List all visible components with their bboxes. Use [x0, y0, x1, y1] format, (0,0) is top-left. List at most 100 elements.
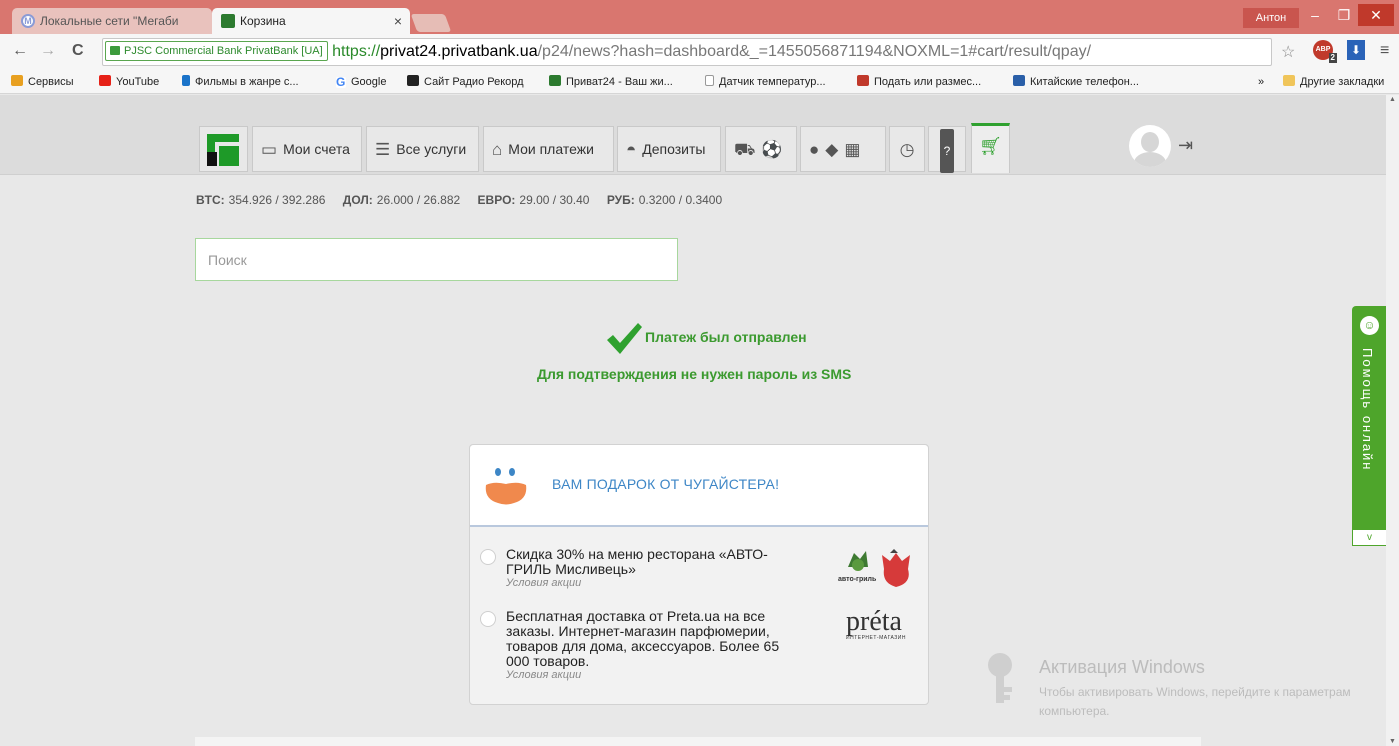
new-tab-button[interactable]	[410, 14, 452, 32]
download-extension-icon[interactable]: ⬇	[1347, 40, 1365, 60]
avatar[interactable]	[1129, 125, 1171, 167]
nav-cart[interactable]: 🛒︎	[971, 123, 1010, 173]
minimize-icon[interactable]: –	[1300, 4, 1330, 26]
close-window-icon[interactable]: ✕	[1358, 4, 1394, 26]
nav-mobile-apps[interactable]: ● ◆ ▦	[800, 126, 886, 172]
adblock-icon[interactable]: ABP 2	[1313, 40, 1337, 63]
help-online-label: Помощь онлайн	[1360, 348, 1375, 472]
profile-button[interactable]: Антон	[1243, 8, 1299, 28]
bookmark-privat24[interactable]: Приват24 - Ваш жи...	[549, 74, 673, 90]
tab-title: Локальные сети "Мегаби	[40, 14, 179, 28]
back-icon[interactable]: ←	[12, 42, 28, 60]
nav-deposits[interactable]: ◓ Депозиты	[617, 126, 721, 172]
bookmark-youtube[interactable]: YouTube	[99, 74, 159, 90]
tab-strip: M Локальные сети "Мегаби Корзина × Антон…	[0, 0, 1399, 34]
ball-icon: ⚽	[761, 140, 783, 159]
bookmark-chinese-phones[interactable]: Китайские телефон...	[1013, 74, 1139, 90]
success-subtitle: Для подтверждения не нужен пароль из SMS	[537, 366, 852, 382]
gift-title: ВАМ ПОДАРОК ОТ ЧУГАЙСТЕРА!	[552, 476, 780, 492]
train-icon: ⛟	[734, 140, 756, 159]
offer-radio[interactable]	[480, 549, 496, 565]
maximize-icon[interactable]: ❐	[1329, 4, 1359, 26]
checkmark-icon	[607, 323, 642, 354]
house-icon: ⌂	[492, 140, 503, 159]
rate-rub: РУБ: 0.3200 / 0.3400	[606, 193, 723, 207]
nav-my-accounts[interactable]: ▭ Мои счета	[252, 126, 362, 172]
nav-history[interactable]: ◷	[889, 126, 925, 172]
google-icon: G	[336, 75, 346, 89]
phone-icon	[1013, 75, 1025, 86]
cart-icon: 🛒︎	[979, 136, 1002, 156]
page-scrollbar[interactable]: ▲ ▼	[1386, 95, 1399, 746]
offer-autogrill[interactable]: Скидка 30% на меню ресторана «АВТО-ГРИЛЬ…	[480, 547, 920, 597]
olx-icon	[857, 75, 869, 86]
offer-text: Скидка 30% на меню ресторана «АВТО-ГРИЛЬ…	[506, 546, 768, 577]
tab-cart[interactable]: Корзина ×	[212, 8, 410, 34]
folder-icon	[1283, 75, 1295, 86]
record-icon	[407, 75, 419, 86]
card-icon: ▭	[261, 140, 278, 159]
privat-icon	[549, 75, 561, 86]
url-host: privat24.privatbank.ua	[380, 43, 538, 60]
privat-logo-icon	[207, 134, 239, 166]
ev-certificate-badge[interactable]: PJSC Commercial Bank PrivatBank [UA]	[105, 41, 328, 61]
privat-favicon-icon	[221, 14, 235, 28]
url-path: /p24/news?hash=dashboard&_=1455056871194…	[537, 43, 1092, 60]
piggy-bank-icon: ◓	[626, 140, 637, 159]
offer-conditions-link[interactable]: Условия акции	[506, 577, 806, 590]
nav-help[interactable]: ?	[928, 126, 966, 173]
forward-icon[interactable]: →	[40, 42, 56, 60]
lock-icon	[110, 46, 120, 55]
menu-icon[interactable]: ≡	[1380, 42, 1389, 60]
other-bookmarks[interactable]: Другие закладки	[1283, 74, 1384, 90]
search-input[interactable]	[195, 238, 678, 281]
tab-megabit[interactable]: M Локальные сети "Мегаби	[12, 8, 212, 34]
exchange-rates: BTC: 354.926 / 392.286 ДОЛ: 26.000 / 26.88…	[196, 193, 736, 207]
rate-btc: BTC: 354.926 / 392.286	[196, 193, 326, 207]
android-icon: ◆	[825, 140, 839, 159]
scroll-down-icon[interactable]: ▼	[1389, 738, 1396, 745]
offer-conditions-link[interactable]: Условия акции	[506, 669, 806, 682]
page: ▭ Мои счета ☰ Все услуги ⌂ Мои платежи ◓ Деп…	[0, 95, 1399, 746]
privat24-logo[interactable]	[199, 126, 248, 172]
bookmark-radio-record[interactable]: Сайт Радио Рекорд	[407, 74, 524, 90]
bookmark-services[interactable]: Сервисы	[11, 74, 74, 90]
bookmark-google[interactable]: G Google	[336, 74, 386, 90]
question-icon: ?	[939, 129, 955, 173]
scroll-up-icon[interactable]: ▲	[1389, 96, 1396, 103]
bookmark-temperature[interactable]: Датчик температур...	[705, 74, 826, 90]
reload-icon[interactable]: C	[72, 42, 84, 60]
help-online-tab[interactable]: ☺ Помощь онлайн v	[1352, 306, 1387, 546]
apple-icon: ●	[809, 140, 820, 159]
chugaister-mascot-icon	[485, 468, 527, 505]
rate-eur: ЕВРО: 29.00 / 30.40	[477, 193, 590, 207]
rate-usd: ДОЛ: 26.000 / 26.882	[342, 193, 461, 207]
offer-text: Бесплатная доставка от Preta.ua на все з…	[506, 608, 780, 669]
nav-transport[interactable]: ⛟ ⚽	[725, 126, 797, 172]
success-title: Платеж был отправлен	[645, 329, 807, 345]
nav-my-payments[interactable]: ⌂ Мои платежи	[483, 126, 614, 172]
help-collapse-button[interactable]: v	[1352, 529, 1387, 546]
windows-activation-watermark: Активация Windows Чтобы активировать Win…	[984, 651, 1374, 721]
page-icon	[705, 75, 714, 86]
bookmarks-bar: Сервисы YouTube Фильмы в жанре с... G Goo…	[0, 70, 1399, 94]
gift-card: ВАМ ПОДАРОК ОТ ЧУГАЙСТЕРА! Скидка 30% на…	[469, 444, 929, 705]
bookmark-films[interactable]: Фильмы в жанре с...	[182, 74, 299, 90]
activation-text: Чтобы активировать Windows, перейдите к …	[1039, 685, 1351, 718]
bookmark-olx[interactable]: Подать или размес...	[857, 74, 981, 90]
logout-icon[interactable]: ⇥	[1178, 135, 1193, 156]
svg-text:авто-гриль: авто-гриль	[838, 576, 877, 583]
nav-all-services[interactable]: ☰ Все услуги	[366, 126, 479, 172]
bookmarks-overflow-button[interactable]: »	[1258, 74, 1264, 90]
apps-icon	[11, 75, 23, 86]
autogrill-logo-icon: авто-гриль	[838, 549, 910, 587]
address-bar[interactable]: PJSC Commercial Bank PrivatBank [UA] htt…	[102, 38, 1272, 66]
close-tab-icon[interactable]: ×	[394, 8, 402, 34]
list-icon: ☰	[375, 140, 391, 159]
bookmark-star-icon[interactable]: ☆	[1281, 42, 1295, 62]
offer-preta[interactable]: Бесплатная доставка от Preta.ua на все з…	[480, 608, 920, 695]
gift-header: ВАМ ПОДАРОК ОТ ЧУГАЙСТЕРА!	[470, 445, 928, 527]
main-nav: ▭ Мои счета ☰ Все услуги ⌂ Мои платежи ◓ Деп…	[0, 95, 1386, 175]
offer-radio[interactable]	[480, 611, 496, 627]
browser-toolbar: ← → C PJSC Commercial Bank PrivatBank [U…	[0, 34, 1399, 70]
